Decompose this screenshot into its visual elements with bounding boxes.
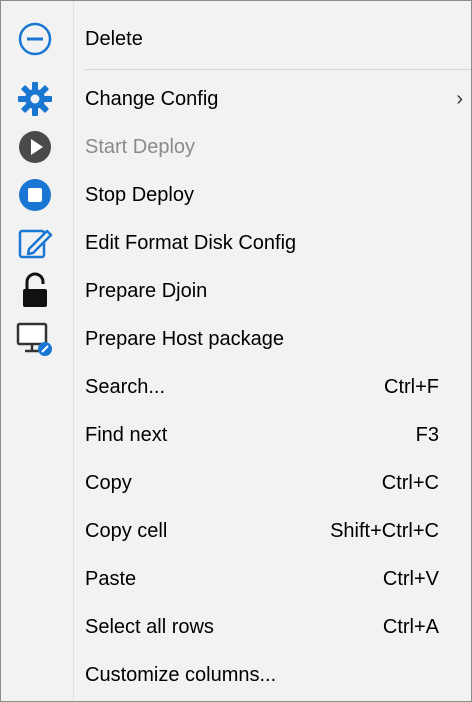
menu-item-customize-columns[interactable]: Customize columns... [1, 651, 471, 699]
menu-item-label: Start Deploy [85, 135, 196, 158]
menu-item-change-config[interactable]: Change Config › [1, 75, 471, 123]
menu-item-label: Find next [85, 423, 168, 446]
menu-item-delete[interactable]: Delete [1, 15, 471, 63]
menu-item-label: Select all rows [85, 615, 214, 638]
shortcut-label: Ctrl+F [384, 375, 439, 398]
menu-item-label: Change Config [85, 87, 219, 110]
menu-item-label: Customize columns... [85, 663, 277, 686]
menu-item-search[interactable]: Search... Ctrl+F [1, 363, 471, 411]
menu-item-edit-format-disk-config[interactable]: Edit Format Disk Config [1, 219, 471, 267]
menu-separator [85, 69, 471, 70]
edit-icon [18, 229, 53, 259]
menu-item-find-next[interactable]: Find next F3 [1, 411, 471, 459]
context-menu: Delete Change Config › Start Deploy Stop… [0, 0, 472, 702]
menu-item-label: Prepare Host package [85, 327, 285, 350]
menu-item-prepare-host-package[interactable]: Prepare Host package [1, 315, 471, 363]
shortcut-label: F3 [415, 423, 439, 446]
minus-circle-icon [18, 22, 52, 56]
shortcut-label: Ctrl+V [382, 567, 439, 590]
chevron-right-icon: › [456, 87, 463, 110]
menu-item-copy[interactable]: Copy Ctrl+C [1, 459, 471, 507]
menu-item-label: Copy [85, 471, 132, 494]
menu-item-prepare-djoin[interactable]: Prepare Djoin [1, 267, 471, 315]
menu-item-label: Delete [85, 27, 143, 50]
shortcut-label: Ctrl+C [381, 471, 439, 494]
menu-item-label: Search... [85, 375, 166, 398]
menu-item-label: Copy cell [85, 519, 168, 542]
play-icon [19, 131, 51, 163]
unlock-icon [23, 272, 47, 307]
menu-item-stop-deploy[interactable]: Stop Deploy [1, 171, 471, 219]
menu-item-label: Paste [85, 567, 137, 590]
stop-icon [19, 179, 51, 211]
menu-item-label: Edit Format Disk Config [85, 231, 297, 254]
menu-item-start-deploy[interactable]: Start Deploy [1, 123, 471, 171]
menu-item-select-all-rows[interactable]: Select all rows Ctrl+A [1, 603, 471, 651]
menu-item-label: Prepare Djoin [85, 279, 208, 302]
shortcut-label: Shift+Ctrl+C [330, 519, 439, 542]
menu-item-label: Stop Deploy [85, 183, 194, 206]
shortcut-label: Ctrl+A [382, 615, 439, 638]
gear-icon [18, 82, 52, 116]
menu-item-copy-cell[interactable]: Copy cell Shift+Ctrl+C [1, 507, 471, 555]
monitor-icon [16, 322, 52, 356]
menu-item-paste[interactable]: Paste Ctrl+V [1, 555, 471, 603]
